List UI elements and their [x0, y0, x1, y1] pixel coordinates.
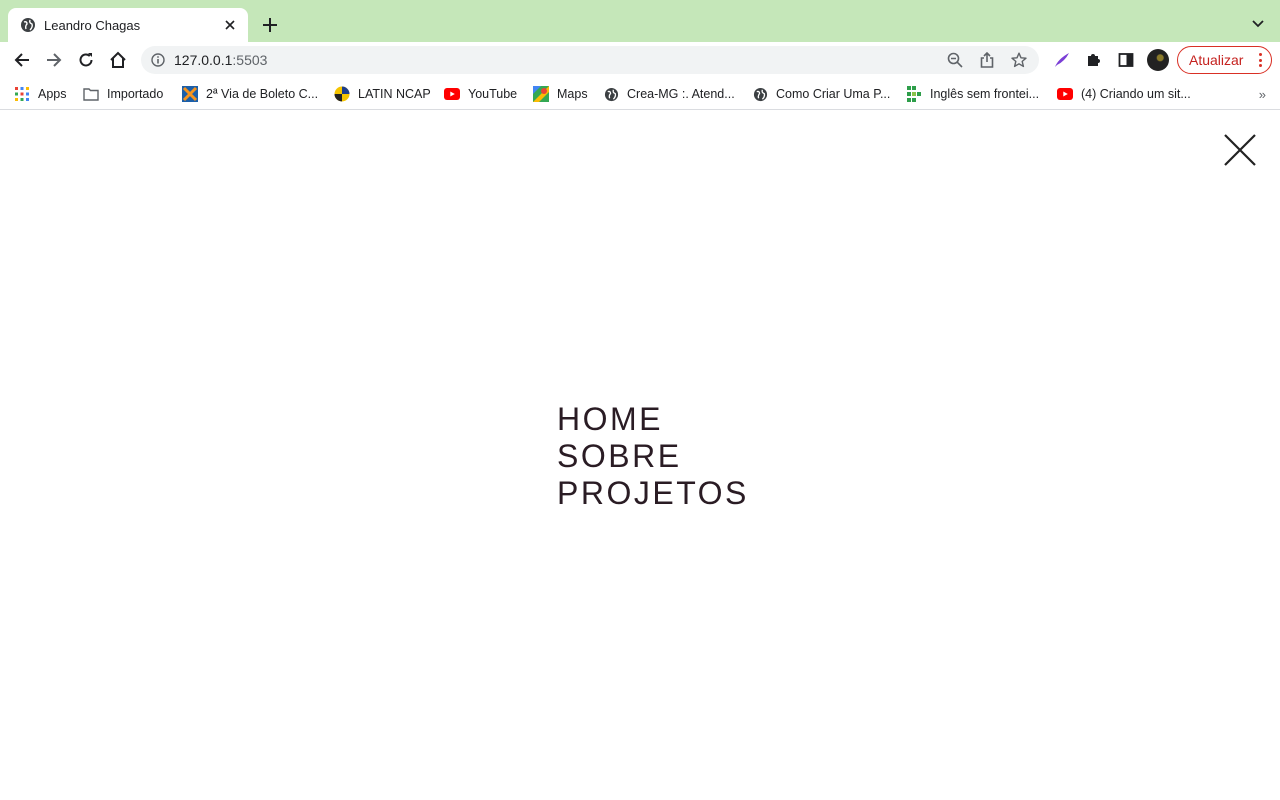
site-info-icon[interactable]: [150, 52, 166, 68]
browser-toolbar: 127.0.0.1:5503 Atualizar: [0, 42, 1280, 78]
bookmark-importado[interactable]: Importado: [83, 82, 163, 106]
bookmark-label: 2ª Via de Boleto C...: [206, 87, 319, 101]
bookmark-label: Maps: [557, 87, 588, 101]
nav-link-home[interactable]: HOME: [557, 401, 749, 438]
bookmark-label: Inglês sem frontei...: [930, 87, 1040, 101]
bookmark-apps[interactable]: Apps: [14, 82, 67, 106]
tab-search-chevron-icon[interactable]: [1248, 14, 1268, 34]
more-bookmarks-chevron-icon[interactable]: »: [1259, 87, 1266, 102]
profile-avatar[interactable]: [1147, 49, 1169, 71]
bookmark-label: LATIN NCAP: [358, 87, 431, 101]
kebab-menu-icon[interactable]: [1258, 53, 1262, 67]
url-text: 127.0.0.1:5503: [174, 52, 943, 68]
globe-icon: [603, 86, 619, 102]
url-host: 127.0.0.1: [174, 52, 233, 68]
forward-button[interactable]: [42, 48, 66, 72]
new-tab-button[interactable]: [258, 13, 282, 37]
bookmark-label: (4) Criando um sit...: [1081, 87, 1191, 101]
folder-icon: [83, 86, 99, 102]
browser-tab[interactable]: Leandro Chagas: [8, 8, 248, 42]
ingles-icon: [906, 86, 922, 102]
bookmark-ingles[interactable]: Inglês sem frontei...: [906, 82, 1039, 106]
globe-icon: [20, 17, 36, 33]
home-button[interactable]: [106, 48, 130, 72]
zoom-icon[interactable]: [943, 48, 967, 72]
tab-strip: Leandro Chagas: [0, 0, 1280, 42]
bookmark-como-criar[interactable]: Como Criar Uma P...: [752, 82, 890, 106]
share-icon[interactable]: [975, 48, 999, 72]
bookmark-maps[interactable]: Maps: [533, 82, 588, 106]
bookmark-criando-site[interactable]: (4) Criando um sit...: [1057, 82, 1191, 106]
bookmark-label: Apps: [38, 87, 67, 101]
page-viewport: HOME SOBRE PROJETOS: [0, 111, 1280, 800]
tab-close-icon[interactable]: [222, 17, 238, 33]
bookmark-crea-mg[interactable]: Crea-MG :. Atend...: [603, 82, 735, 106]
tab-title: Leandro Chagas: [44, 17, 141, 33]
url-port: :5503: [232, 52, 268, 68]
youtube-icon: [1057, 86, 1073, 102]
bookmark-label: Crea-MG :. Atend...: [627, 87, 735, 101]
reload-button[interactable]: [74, 48, 98, 72]
youtube-icon: [444, 86, 460, 102]
bookmark-boleto[interactable]: 2ª Via de Boleto C...: [182, 82, 318, 106]
extensions-puzzle-icon[interactable]: [1082, 48, 1106, 72]
apps-grid-icon: [14, 86, 30, 102]
back-button[interactable]: [10, 48, 34, 72]
bookmark-youtube[interactable]: YouTube: [444, 82, 517, 106]
bookmark-star-icon[interactable]: [1007, 48, 1031, 72]
bookmark-label: Importado: [107, 87, 164, 101]
pen-extension-icon[interactable]: [1050, 48, 1074, 72]
close-menu-icon[interactable]: [1222, 132, 1258, 168]
maps-icon: [533, 86, 549, 102]
nav-link-projetos[interactable]: PROJETOS: [557, 475, 749, 512]
side-panel-icon[interactable]: [1114, 48, 1138, 72]
bookmark-label: YouTube: [468, 87, 518, 101]
bookmark-label: Como Criar Uma P...: [776, 87, 891, 101]
bookmark-latin-ncap[interactable]: LATIN NCAP: [334, 82, 431, 106]
address-bar[interactable]: 127.0.0.1:5503: [141, 46, 1039, 74]
latin-ncap-icon: [334, 86, 350, 102]
bookmarks-bar: Apps Importado 2ª Via de Boleto C... LAT…: [0, 78, 1280, 110]
nav-link-sobre[interactable]: SOBRE: [557, 438, 749, 475]
nav-menu: HOME SOBRE PROJETOS: [557, 401, 749, 512]
update-label: Atualizar: [1189, 52, 1244, 68]
caixa-icon: [182, 86, 198, 102]
update-button[interactable]: Atualizar: [1177, 46, 1272, 74]
globe-icon: [752, 86, 768, 102]
